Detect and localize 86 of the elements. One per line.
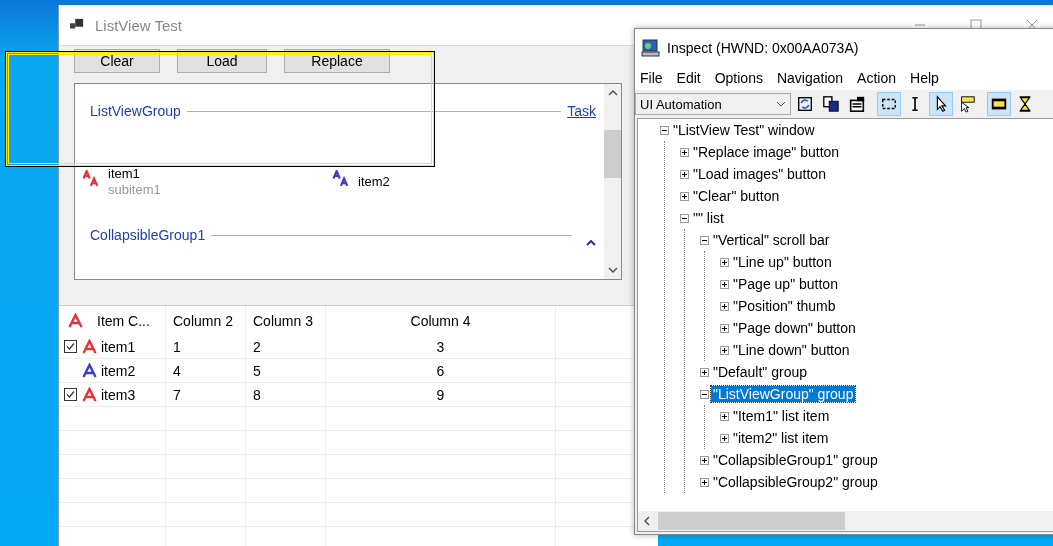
- tree-item[interactable]: "ListView Test" window: [671, 122, 817, 138]
- toolbar-button[interactable]: [877, 92, 901, 116]
- table-cell: 1: [173, 338, 181, 355]
- tree-item[interactable]: "Default" group: [711, 364, 809, 380]
- letter-a-icon: [67, 312, 84, 329]
- tree-item[interactable]: "CollapsibleGroup1" group: [711, 452, 880, 468]
- table-cell: 4: [173, 362, 181, 379]
- group-header: CollapsibleGroup1: [90, 227, 206, 243]
- copy-icon: [822, 95, 840, 113]
- expand-icon[interactable]: [700, 367, 709, 377]
- tree-item[interactable]: "CollapsibleGroup2" group: [711, 474, 880, 490]
- tree-item[interactable]: "Position" thumb: [731, 298, 838, 314]
- collapse-icon[interactable]: [700, 235, 709, 245]
- table-cell: 7: [173, 386, 181, 403]
- toolbar-button[interactable]: [929, 92, 953, 116]
- tree-item[interactable]: "" list: [691, 210, 726, 226]
- expand-icon[interactable]: [680, 191, 689, 201]
- menu-item[interactable]: Action: [857, 70, 896, 86]
- checkbox[interactable]: [64, 387, 78, 402]
- expand-icon[interactable]: [720, 279, 729, 289]
- tree-item[interactable]: "Clear" button: [691, 188, 782, 204]
- collapse-icon[interactable]: [700, 389, 709, 399]
- app-icon: [69, 18, 85, 32]
- collapse-chevron-icon[interactable]: [586, 240, 596, 246]
- expand-icon[interactable]: [720, 433, 729, 443]
- menu-item[interactable]: Navigation: [776, 70, 844, 86]
- item-label[interactable]: item1: [108, 166, 161, 182]
- menu-item[interactable]: File: [640, 70, 663, 86]
- column-header[interactable]: Column 4: [326, 306, 556, 335]
- table-cell: item2: [101, 362, 136, 379]
- expand-icon[interactable]: [720, 323, 729, 333]
- collapse-icon[interactable]: [660, 125, 669, 135]
- expand-icon[interactable]: [700, 477, 709, 487]
- table-cell: 6: [436, 362, 445, 379]
- table-cell: 3: [436, 338, 445, 355]
- properties-icon: [848, 95, 866, 113]
- window-title: ListView Test: [95, 16, 182, 34]
- tree-item[interactable]: "Item1" list item: [731, 408, 832, 424]
- column-header[interactable]: Item C...: [59, 306, 166, 335]
- tree-item[interactable]: "Vertical" scroll bar: [711, 232, 832, 248]
- table-cell: item1: [101, 338, 136, 355]
- expand-icon[interactable]: [700, 455, 709, 465]
- menu-item[interactable]: Edit: [676, 70, 701, 86]
- expand-icon[interactable]: [680, 147, 689, 157]
- table-cell: 9: [436, 386, 445, 403]
- push-button[interactable]: Replace: [284, 49, 390, 73]
- task-link[interactable]: Task: [567, 103, 596, 119]
- column-header[interactable]: Column 2: [166, 306, 246, 335]
- expand-icon[interactable]: [720, 257, 729, 267]
- scroll-thumb[interactable]: [604, 130, 621, 178]
- expand-icon[interactable]: [720, 301, 729, 311]
- tree-item[interactable]: "Page up" button: [731, 276, 840, 292]
- scroll-thumb[interactable]: [658, 512, 845, 530]
- menu-item[interactable]: Options: [714, 70, 763, 86]
- expand-icon[interactable]: [720, 411, 729, 421]
- tree-item[interactable]: "Page down" button: [731, 320, 858, 336]
- tree-item[interactable]: "Line up" button: [731, 254, 834, 270]
- tree-item[interactable]: "Load images" button: [691, 166, 828, 182]
- checkbox[interactable]: [64, 339, 78, 354]
- item-label[interactable]: item2: [358, 174, 390, 190]
- expand-icon[interactable]: [720, 345, 729, 355]
- window-title: Inspect (HWND: 0x00AA073A): [667, 40, 859, 56]
- column-header[interactable]: Column 3: [246, 306, 326, 335]
- toolbar-button[interactable]: [987, 92, 1011, 116]
- table-cell: 8: [253, 386, 261, 403]
- table-cell: item3: [101, 386, 136, 403]
- dropdown-caret-icon: [776, 101, 786, 107]
- subitem-label: subitem1: [108, 182, 161, 198]
- expand-icon[interactable]: [680, 169, 689, 179]
- horizontal-scrollbar[interactable]: [638, 511, 1053, 531]
- tree-item[interactable]: "ListViewGroup" group: [711, 386, 856, 402]
- tooltip-pointer-icon: [958, 95, 976, 113]
- computer-icon: [641, 39, 661, 57]
- mode-dropdown[interactable]: UI Automation: [635, 93, 791, 115]
- group-header: ListViewGroup: [90, 103, 181, 119]
- collapse-icon[interactable]: [680, 213, 689, 223]
- table-cell: 2: [253, 338, 261, 355]
- push-button[interactable]: Load: [177, 49, 267, 73]
- tree-item[interactable]: "Replace image" button: [691, 144, 842, 160]
- menu-item[interactable]: Help: [910, 70, 939, 86]
- vertical-scrollbar[interactable]: [604, 84, 621, 279]
- refresh-icon: [796, 95, 814, 113]
- push-button[interactable]: Clear: [74, 49, 160, 73]
- tree-item[interactable]: "Line down" button: [731, 342, 852, 358]
- table-cell: 5: [253, 362, 261, 379]
- tree-item[interactable]: "item2" list item: [731, 430, 831, 446]
